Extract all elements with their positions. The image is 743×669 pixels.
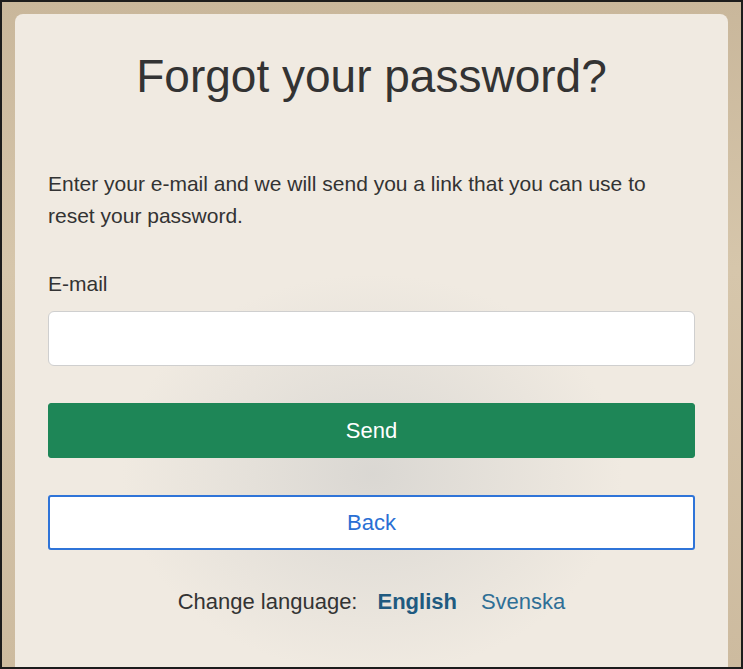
email-label: E-mail [48,268,695,300]
reset-card: Forgot your password? Enter your e-mail a… [15,14,728,667]
title: Forgot your password? [48,48,695,104]
language-row: Change language: English Svenska [48,586,695,618]
page: Forgot your password? Enter your e-mail a… [0,0,743,669]
language-option[interactable]: Svenska [481,586,565,618]
language-label: Change language: [178,586,358,618]
language-option[interactable]: English [377,586,456,618]
instructions: Enter your e-mail and we will send you a… [48,168,695,232]
send-button[interactable]: Send [48,403,695,458]
email-input[interactable] [48,311,695,366]
back-button[interactable]: Back [48,495,695,550]
